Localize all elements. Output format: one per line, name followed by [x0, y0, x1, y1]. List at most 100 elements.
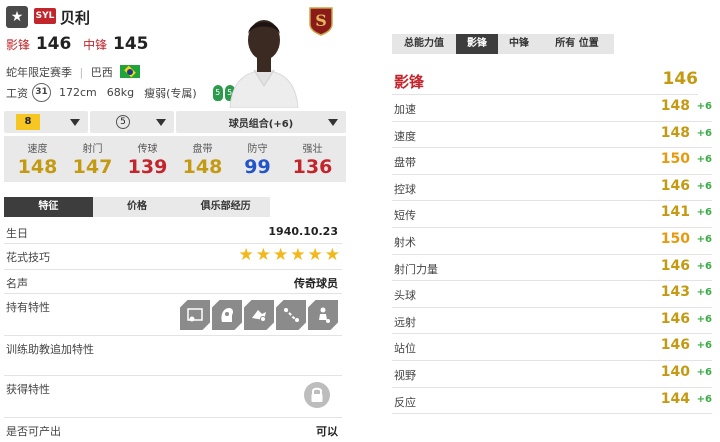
position-ratings: 影锋 146 中锋 145 [6, 34, 157, 54]
position-name: 影锋 [394, 73, 425, 91]
info-label: 花式技巧 [6, 251, 50, 264]
advance-level-select[interactable]: 5 [90, 111, 174, 133]
attribute-label: 加速 [394, 103, 416, 116]
trait-icons [180, 300, 338, 330]
attribute-row: 反应 144 +6 [392, 388, 712, 415]
info-row-coach-traits: 训练助教追加特性 [4, 338, 342, 376]
info-label: 训练助教追加特性 [6, 343, 94, 356]
attribute-value: 148 [660, 124, 690, 141]
tab-shadow-striker[interactable]: 影锋 [456, 34, 498, 54]
attribute-row: 视野 140 +6 [392, 361, 712, 388]
season-name: 蛇年限定赛季 [6, 66, 72, 79]
season-nation: 蛇年限定赛季 | 巴西 [6, 64, 141, 80]
trait-icon-4[interactable] [276, 300, 306, 330]
attribute-value: 148 [660, 98, 690, 114]
player-header: ★ SYL 贝利 影锋 146 中锋 145 蛇年限定赛季 | 巴西 工资 31… [0, 0, 350, 108]
attribute-value: 146 [660, 310, 690, 327]
attribute-row: 射门力量 146 +6 [392, 255, 712, 282]
attribute-bonus: +6 [696, 393, 712, 405]
stat-summary-cell: 防守 99 [232, 136, 284, 182]
stat-value: 147 [72, 156, 113, 178]
attribute-label: 头球 [394, 289, 416, 303]
attribute-label: 控球 [394, 182, 416, 196]
attribute-value: 150 [660, 151, 690, 168]
enhance-level-value: 8 [16, 114, 40, 130]
stat-value: 136 [292, 156, 333, 178]
chevron-down-icon [156, 119, 166, 126]
tab-all-positions[interactable]: 所有 位置 [540, 34, 614, 54]
svg-text:S: S [315, 11, 327, 30]
attribute-value: 150 [660, 231, 690, 247]
player-meta: 工资 31 172cm 68kg 瘦弱(专属) 5 5 [6, 83, 235, 102]
info-row-gained-traits: 获得特性 [4, 378, 342, 418]
lock-icon[interactable] [304, 382, 330, 408]
stat-summary-cell: 传球 139 [122, 136, 174, 182]
height: 172cm [59, 86, 97, 99]
info-label: 生日 [6, 227, 28, 240]
trait-icon-5[interactable] [308, 300, 338, 330]
star-icon: ★ [290, 245, 306, 265]
stat-summary-cell: 速度 148 [12, 136, 64, 182]
attribute-label: 反应 [394, 395, 416, 409]
star-icon: ★ [307, 245, 323, 265]
attribute-label: 短传 [394, 209, 416, 223]
tab-club-history[interactable]: 俱乐部经历 [181, 197, 271, 217]
body-type: 瘦弱(专属) [144, 86, 197, 100]
attribute-row: 站位 146 +6 [392, 334, 712, 361]
stat-label: 强壮 [302, 144, 323, 155]
attribute-bonus: +6 [696, 207, 712, 219]
position-label: 中锋 [83, 38, 108, 52]
stat-label: 防守 [247, 144, 268, 155]
position-ovr: 145 [113, 34, 149, 54]
info-row-reputation: 名声 传奇球员 [4, 272, 342, 294]
attribute-value: 143 [660, 284, 690, 301]
attribute-row: 控球 146 +6 [392, 175, 712, 202]
attribute-value: 140 [660, 364, 690, 380]
star-icon: ★ [255, 245, 271, 265]
star-icon: ★ [238, 245, 254, 265]
stat-label: 盘带 [192, 144, 213, 155]
attribute-label: 速度 [394, 129, 416, 143]
info-tabs: 特征 价格 俱乐部经历 [4, 197, 271, 217]
tab-traits[interactable]: 特征 [4, 197, 93, 217]
birthday-value: 1940.10.23 [268, 225, 338, 238]
attribute-row: 短传 141 +6 [392, 201, 712, 228]
left-foot-icon: 5 [212, 84, 223, 101]
attribute-value: 146 [660, 257, 690, 274]
star-icon: ★ [273, 245, 289, 265]
tab-price[interactable]: 价格 [92, 197, 182, 217]
attribute-value: 146 [660, 337, 690, 354]
enhance-level-select[interactable]: 8 [4, 111, 88, 133]
combo-select[interactable]: 球员组合(+6) [176, 111, 346, 133]
trait-icon-3[interactable] [244, 300, 274, 330]
stat-value: 148 [182, 156, 223, 178]
attribute-label: 站位 [394, 342, 416, 356]
season-badge: SYL [34, 8, 56, 24]
attribute-row: 速度 148 +6 [392, 122, 712, 149]
tab-striker[interactable]: 中锋 [498, 34, 540, 54]
stat-label: 速度 [27, 144, 48, 155]
attribute-label: 盘带 [394, 156, 416, 170]
attribute-label: 射门力量 [394, 262, 438, 276]
attribute-row: 头球 143 +6 [392, 281, 712, 308]
attribute-bonus: +6 [696, 234, 712, 245]
attribute-bonus: +6 [696, 287, 712, 299]
attribute-value: 141 [660, 204, 690, 221]
attribute-bonus: +6 [696, 101, 712, 112]
attribute-bonus: +6 [696, 313, 712, 325]
favorite-star-icon[interactable]: ★ [6, 6, 28, 28]
attribute-row: 加速 148 +6 [392, 95, 712, 122]
info-label: 获得特性 [6, 383, 50, 396]
salary-badge: 31 [32, 83, 51, 102]
stat-value: 99 [244, 156, 271, 178]
tab-overall[interactable]: 总能力值 [392, 34, 456, 54]
attribute-bonus: +6 [696, 260, 712, 272]
stat-value: 139 [127, 156, 168, 178]
trait-icon-2[interactable] [212, 300, 242, 330]
attribute-bonus: +6 [696, 127, 712, 139]
attribute-label: 视野 [394, 369, 416, 382]
attribute-bonus: +6 [696, 154, 712, 166]
club-logo-icon: S [309, 7, 333, 36]
attribute-label: 射术 [394, 236, 416, 249]
trait-icon-1[interactable] [180, 300, 210, 330]
